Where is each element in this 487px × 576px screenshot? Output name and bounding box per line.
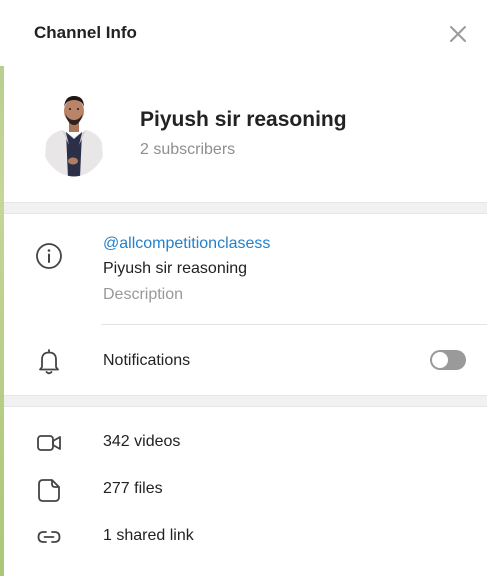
row-separator <box>101 324 487 325</box>
channel-info-panel: Channel Info Piyush sir reasoning 2 subs… <box>4 0 487 576</box>
channel-profile: Piyush sir reasoning 2 subscribers <box>4 66 487 202</box>
channel-details-section: @allcompetitionclasess Piyush sir reason… <box>4 212 487 396</box>
link-icon-wrap <box>34 522 64 552</box>
video-icon <box>37 435 61 451</box>
description-label: Description <box>103 286 184 303</box>
channel-name: Piyush sir reasoning <box>140 108 347 131</box>
media-row-files[interactable]: 277 files <box>4 467 487 514</box>
bell-icon-wrap <box>34 346 64 376</box>
notifications-label: Notifications <box>103 352 191 369</box>
shared-media-section: 342 videos 277 files 1 shared link <box>4 405 487 576</box>
panel-title: Channel Info <box>34 23 137 42</box>
notifications-toggle[interactable] <box>430 350 466 370</box>
media-row-videos[interactable]: 342 videos <box>4 420 487 467</box>
close-icon <box>450 26 466 42</box>
subscriber-count: 2 subscribers <box>140 141 236 158</box>
bell-icon <box>39 349 59 375</box>
media-label-videos: 342 videos <box>103 433 181 450</box>
file-icon <box>38 479 60 502</box>
channel-username-link[interactable]: @allcompetitionclasess <box>103 235 270 253</box>
link-icon <box>37 531 61 543</box>
info-icon-wrap <box>34 241 64 271</box>
media-label-links: 1 shared link <box>103 527 194 544</box>
media-row-links[interactable]: 1 shared link <box>4 514 487 561</box>
panel-header: Channel Info <box>4 0 487 66</box>
app-window: Channel Info Piyush sir reasoning 2 subs… <box>0 0 487 576</box>
close-button[interactable] <box>446 22 470 46</box>
toggle-knob <box>431 351 449 369</box>
media-label-files: 277 files <box>103 480 163 497</box>
file-icon-wrap <box>34 475 64 505</box>
video-icon-wrap <box>34 428 64 458</box>
channel-bio: Piyush sir reasoning <box>103 260 248 277</box>
info-icon <box>36 243 62 269</box>
channel-avatar[interactable] <box>38 85 110 178</box>
